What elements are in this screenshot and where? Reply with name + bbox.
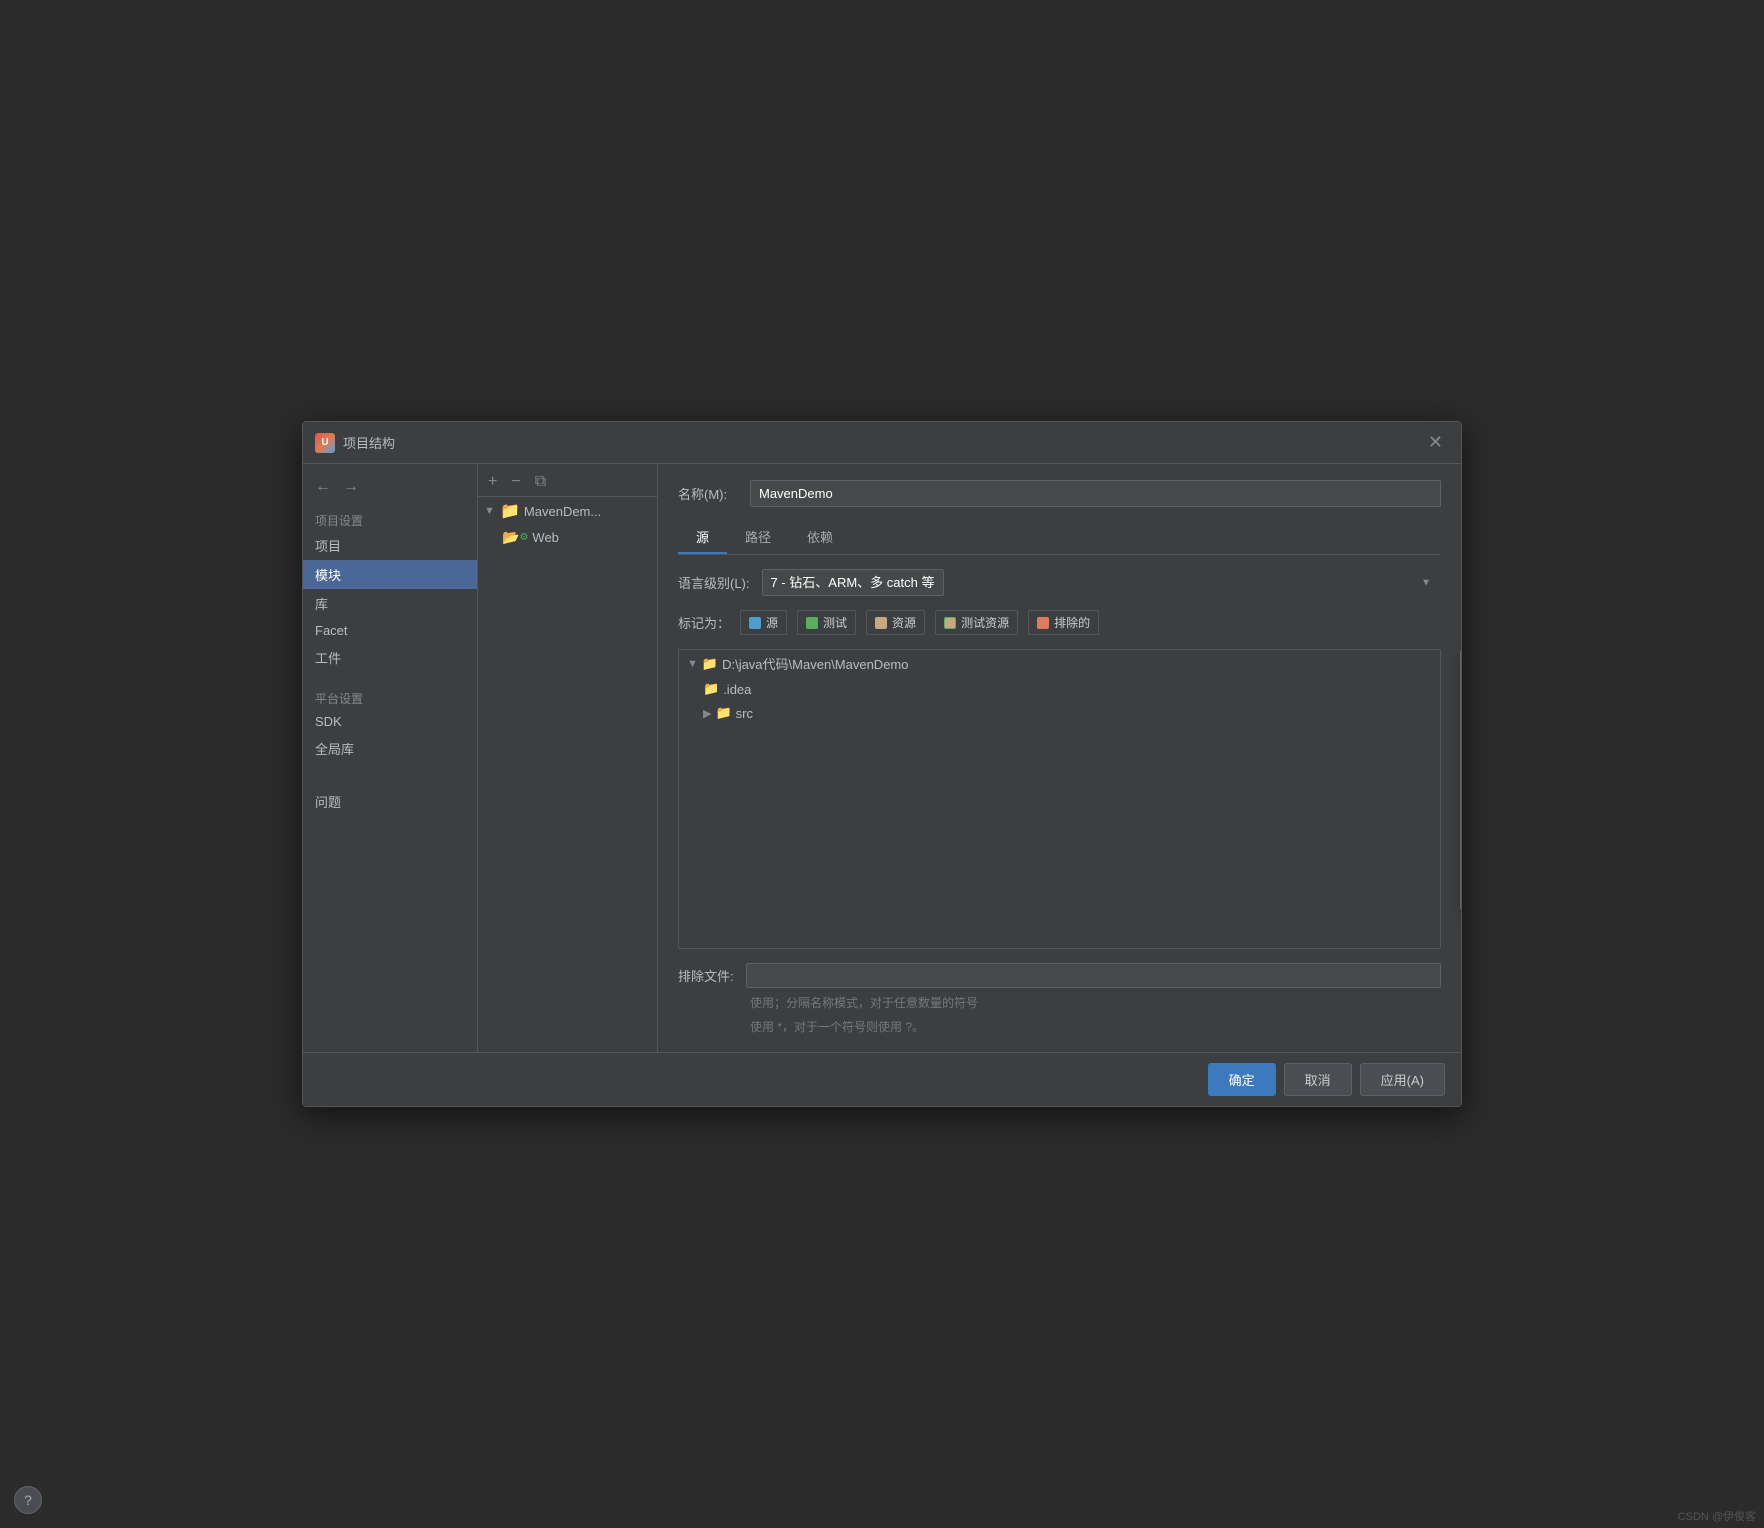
titlebar: U 项目结构 ✕: [303, 422, 1461, 464]
exclude-label: 排除文件:: [678, 966, 734, 985]
tree-remove-button[interactable]: −: [507, 472, 524, 492]
tree-toolbar: + − ⧉: [478, 468, 657, 497]
tab-deps[interactable]: 依赖: [789, 521, 851, 554]
tree-idea-row[interactable]: 📁 .idea: [679, 677, 1440, 701]
close-button[interactable]: ✕: [1422, 430, 1449, 455]
sidebar-item-artifact[interactable]: 工件: [303, 643, 477, 672]
module-tree-panel: + − ⧉ ▼ 📁 MavenDem... 📂 ⚙ Web: [478, 464, 658, 1052]
help-button-area: ?: [14, 1486, 42, 1514]
sidebar-item-problem[interactable]: 问题: [303, 787, 477, 816]
test-dot: [806, 617, 818, 629]
lang-select-wrapper: 7 - 钻石、ARM、多 catch 等8 - Lambda，类型注解等11 -…: [762, 569, 1441, 596]
exclude-hint2: 使用 *，对于一个符号则使用 ?。: [678, 1018, 1441, 1036]
sidebar-item-facet[interactable]: Facet: [303, 618, 477, 643]
content-tree: ▼ 📁 D:\java代码\Maven\MavenDemo 📁 .idea ▶ …: [678, 649, 1441, 949]
mark-resource-label: 资源: [892, 614, 916, 631]
exclude-row: 排除文件:: [678, 963, 1441, 988]
cancel-button[interactable]: 取消: [1284, 1063, 1352, 1096]
main-content: 名称(M): 源 路径 依赖 语言级别(L): 7 - 钻石、ARM、多 cat…: [658, 464, 1461, 1052]
project-settings-label: 项目设置: [303, 506, 477, 531]
nav-forward-button[interactable]: →: [339, 476, 363, 498]
sidebar-item-global-library[interactable]: 全局库: [303, 734, 477, 763]
mark-source-label: 源: [766, 614, 778, 631]
lang-row: 语言级别(L): 7 - 钻石、ARM、多 catch 等8 - Lambda，…: [678, 569, 1441, 596]
app-icon: U: [315, 433, 335, 453]
tree-src-label: src: [736, 706, 753, 721]
exclude-hint1: 使用；分隔名称模式，对于任意数量的符号: [678, 994, 1441, 1012]
help-button[interactable]: ?: [14, 1486, 42, 1514]
apply-button[interactable]: 应用(A): [1360, 1063, 1445, 1096]
excluded-dot: [1037, 617, 1049, 629]
name-label: 名称(M):: [678, 484, 738, 503]
tree-root-folder-icon: 📁: [702, 656, 718, 672]
lang-select[interactable]: 7 - 钻石、ARM、多 catch 等8 - Lambda，类型注解等11 -…: [762, 569, 944, 596]
titlebar-left: U 项目结构: [315, 433, 395, 453]
exclude-input[interactable]: [746, 963, 1441, 988]
tree-src-row[interactable]: ▶ 📁 src: [679, 701, 1440, 725]
tab-source[interactable]: 源: [678, 521, 727, 554]
name-row: 名称(M):: [678, 480, 1441, 507]
mark-row: 标记为： 源 测试 资源 测试资源: [678, 610, 1441, 635]
tabs: 源 路径 依赖: [678, 521, 1441, 555]
tree-src-folder-icon: 📁: [715, 705, 731, 721]
exclude-section: 排除文件: 使用；分隔名称模式，对于任意数量的符号 使用 *，对于一个符号则使用…: [678, 963, 1441, 1036]
mark-excluded-label: 排除的: [1054, 614, 1090, 631]
tree-item-mavendemo[interactable]: ▼ 📁 MavenDem...: [478, 497, 657, 525]
mark-resource-button[interactable]: 资源: [866, 610, 925, 635]
titlebar-title: 项目结构: [343, 433, 395, 452]
mark-test-label: 测试: [823, 614, 847, 631]
tab-path[interactable]: 路径: [727, 521, 789, 554]
expand-arrow: ▼: [484, 505, 496, 517]
nav-back-button[interactable]: ←: [311, 476, 335, 498]
tree-root-label: D:\java代码\Maven\MavenDemo: [722, 654, 908, 673]
ok-button[interactable]: 确定: [1208, 1063, 1276, 1096]
resource-dot: [875, 617, 887, 629]
mark-excluded-button[interactable]: 排除的: [1028, 610, 1099, 635]
popup-panel: D:\...Maven\MavenDemo ✕ + + 添加内容根 (J) 源文…: [1460, 650, 1461, 910]
dialog-body: ← → 项目设置 项目 模块 库 Facet 工件 平台设置 SDK 全局库 问…: [303, 464, 1461, 1052]
tree-item-mavendemo-label: MavenDem...: [524, 504, 651, 519]
tree-item-web[interactable]: 📂 ⚙ Web: [478, 525, 657, 550]
tree-idea-folder-icon: 📁: [703, 681, 719, 697]
folder-icon-web: 📂: [502, 529, 519, 546]
mark-test-resource-label: 测试资源: [961, 614, 1009, 631]
name-input[interactable]: [750, 480, 1441, 507]
tree-idea-label: .idea: [723, 682, 751, 697]
tree-root-arrow: ▼: [687, 658, 698, 670]
tree-src-arrow: ▶: [703, 707, 711, 720]
mark-label: 标记为：: [678, 613, 730, 632]
mark-source-button[interactable]: 源: [740, 610, 787, 635]
lang-label: 语言级别(L):: [678, 573, 750, 592]
sidebar: ← → 项目设置 项目 模块 库 Facet 工件 平台设置 SDK 全局库 问…: [303, 464, 478, 1052]
dialog-footer: 确定 取消 应用(A): [303, 1052, 1461, 1106]
mark-test-button[interactable]: 测试: [797, 610, 856, 635]
mark-test-resource-button[interactable]: 测试资源: [935, 610, 1018, 635]
project-structure-dialog: U 项目结构 ✕ ← → 项目设置 项目 模块 库 Facet 工件 平台设置 …: [302, 421, 1462, 1107]
tree-root-row[interactable]: ▼ 📁 D:\java代码\Maven\MavenDemo: [679, 650, 1440, 677]
tree-add-button[interactable]: +: [484, 472, 501, 492]
sidebar-item-module[interactable]: 模块: [303, 560, 477, 589]
platform-settings-label: 平台设置: [303, 684, 477, 709]
sidebar-item-project[interactable]: 项目: [303, 531, 477, 560]
sidebar-item-library[interactable]: 库: [303, 589, 477, 618]
watermark: CSDN @伊俊客: [1678, 1508, 1756, 1524]
tree-item-web-label: Web: [532, 530, 651, 545]
folder-icon-module: 📁: [500, 501, 520, 521]
source-dot: [749, 617, 761, 629]
tree-copy-button[interactable]: ⧉: [531, 472, 550, 492]
sidebar-item-sdk[interactable]: SDK: [303, 709, 477, 734]
sidebar-nav-buttons: ← →: [303, 472, 477, 506]
test-resource-dot: [944, 617, 956, 629]
